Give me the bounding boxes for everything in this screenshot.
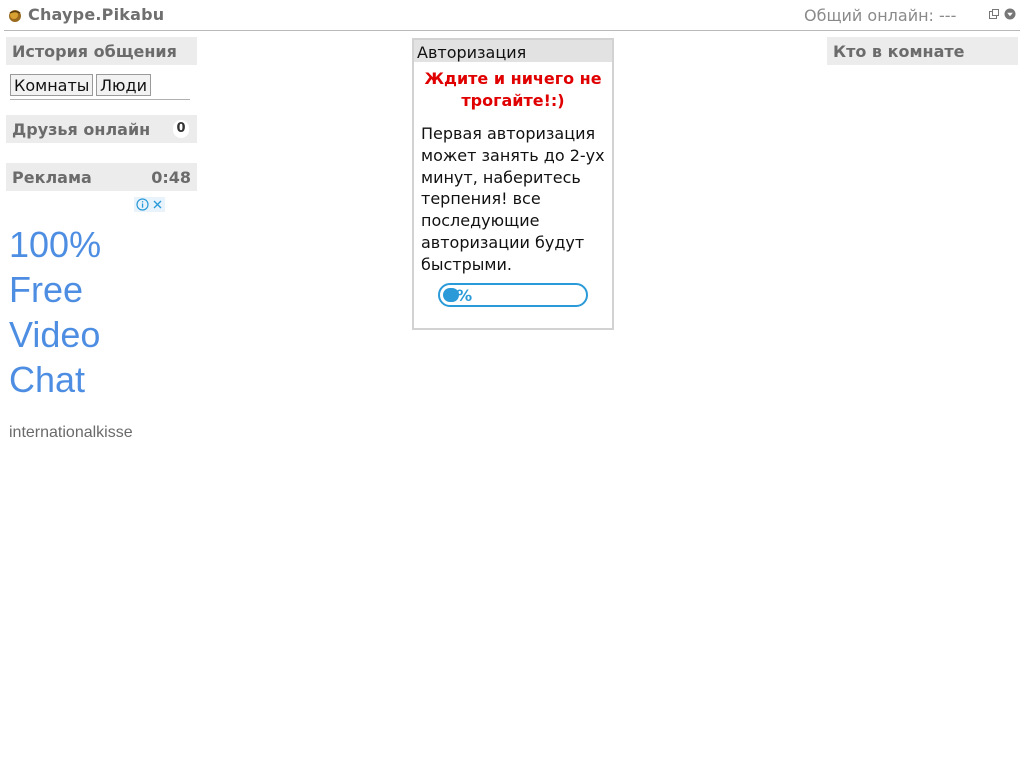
top-bar: Chaype.Pikabu Общий онлайн: --- <box>0 0 1024 31</box>
popout-icon[interactable] <box>988 8 1000 20</box>
auth-dialog-title: Авторизация <box>414 40 612 62</box>
ad-domain-link[interactable]: internationalkisse <box>9 423 189 437</box>
ads-title: Реклама <box>12 168 92 187</box>
history-tabs: Комнаты Люди <box>10 74 190 100</box>
auth-dialog: Авторизация Ждите и ничего не трогайте!:… <box>412 38 614 330</box>
dropdown-menu-icon[interactable] <box>1004 8 1016 20</box>
friends-title: Друзья онлайн <box>12 120 151 139</box>
room-title: Кто в комнате <box>833 42 965 61</box>
history-panel-header[interactable]: История общения <box>6 37 197 65</box>
tab-rooms[interactable]: Комнаты <box>10 74 94 96</box>
header-divider <box>4 30 1020 31</box>
ad-info-icon[interactable] <box>136 198 149 211</box>
auth-message: Первая авторизация может занять до 2-ух … <box>421 124 605 274</box>
ad-headline-line: Free <box>9 269 84 310</box>
coffee-logo-icon <box>9 10 21 22</box>
ad-headline-line: Chat <box>9 359 86 400</box>
room-panel-header[interactable]: Кто в комнате <box>827 37 1018 65</box>
auth-progress-bar: 2% <box>438 283 588 307</box>
ad-headline-line: Video <box>9 314 101 355</box>
ads-timer: 0:48 <box>151 168 191 187</box>
ad-headline-line: 100% <box>9 224 102 265</box>
history-title: История общения <box>12 42 177 61</box>
ad-controls <box>134 197 165 212</box>
friends-panel-header[interactable]: Друзья онлайн 0 <box>6 115 197 143</box>
tab-people[interactable]: Люди <box>96 74 151 96</box>
online-total: Общий онлайн: --- <box>804 6 957 25</box>
ads-panel-header: Реклама 0:48 <box>6 163 197 191</box>
progress-label: 2% <box>445 286 473 305</box>
app-title: Chaype.Pikabu <box>28 5 165 24</box>
ad-headline[interactable]: 100% Free Video Chat <box>9 222 189 402</box>
auth-warning: Ждите и ничего не трогайте!:) <box>424 69 602 110</box>
friends-count-badge: 0 <box>173 120 189 138</box>
ad-close-icon[interactable] <box>151 198 164 211</box>
